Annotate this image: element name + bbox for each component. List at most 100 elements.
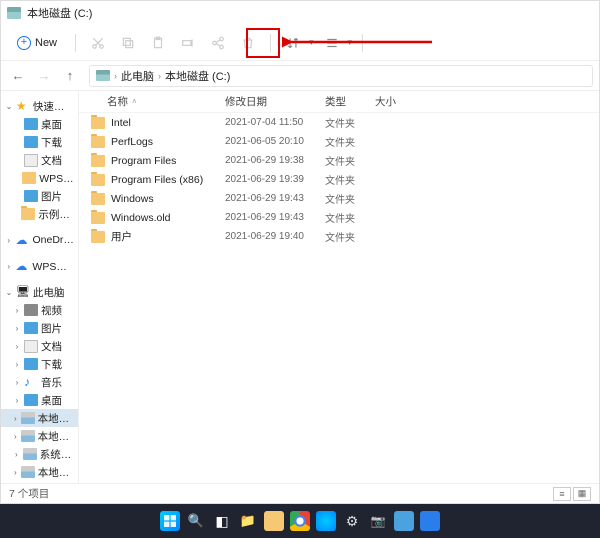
sidebar-item[interactable]: 图片 bbox=[1, 187, 78, 205]
file-type: 文件夹 bbox=[325, 229, 375, 244]
taskbar-settings-icon[interactable] bbox=[342, 511, 362, 531]
taskbar-camera-icon[interactable] bbox=[368, 511, 388, 531]
sidebar-item[interactable]: 桌面 bbox=[1, 115, 78, 133]
download-icon bbox=[24, 136, 38, 148]
sidebar-item-label: 文档 bbox=[41, 153, 62, 168]
chevron-down-icon: ▾ bbox=[348, 37, 353, 48]
start-button[interactable] bbox=[160, 511, 180, 531]
task-view-icon[interactable] bbox=[212, 511, 232, 531]
details-view-button[interactable]: ≡ bbox=[553, 487, 571, 501]
sidebar-item[interactable]: ›本地磁盘 (D:) bbox=[1, 427, 78, 445]
file-name: PerfLogs bbox=[111, 136, 225, 148]
sort-button[interactable] bbox=[281, 31, 305, 55]
file-name: 用户 bbox=[111, 229, 225, 244]
file-name: Program Files (x86) bbox=[111, 174, 225, 186]
sidebar-item-label: OneDrive bbox=[32, 234, 74, 246]
expander-icon[interactable]: › bbox=[13, 360, 21, 369]
sidebar-item[interactable]: WPS网盘 bbox=[1, 169, 78, 187]
expander-icon[interactable]: › bbox=[13, 342, 21, 351]
expander-icon[interactable]: ⌄ bbox=[5, 102, 13, 111]
download-icon bbox=[24, 358, 38, 370]
sidebar-item[interactable]: ›图片 bbox=[1, 319, 78, 337]
sidebar-item[interactable]: ›WPS网盘 bbox=[1, 257, 78, 275]
sidebar-item[interactable]: › 视频 bbox=[1, 301, 78, 319]
sidebar-item[interactable]: ›桌面 bbox=[1, 391, 78, 409]
sidebar-item[interactable]: ›本地磁盘 (F:) bbox=[1, 463, 78, 481]
expander-icon[interactable]: › bbox=[5, 262, 12, 271]
disk-icon bbox=[21, 412, 35, 424]
taskbar-app-icon[interactable] bbox=[394, 511, 414, 531]
breadcrumb-root[interactable]: 此电脑 bbox=[121, 68, 154, 84]
sidebar-item[interactable]: 下载 bbox=[1, 133, 78, 151]
file-row[interactable]: PerfLogs 2021-06-05 20:10 文件夹 bbox=[79, 132, 599, 151]
file-type: 文件夹 bbox=[325, 191, 375, 206]
toolbar: + New ▾ ▾ ··· bbox=[1, 25, 599, 61]
expander-icon[interactable]: › bbox=[13, 450, 20, 459]
expander-icon[interactable]: › bbox=[13, 468, 18, 477]
sidebar-item[interactable]: ›本地磁盘 (C:) bbox=[1, 409, 78, 427]
breadcrumb-current[interactable]: 本地磁盘 (C:) bbox=[165, 68, 230, 84]
body: ⌄快速访问桌面下载文档WPS网盘图片示例文件夹 › OneDrive ›WPS网盘 ⌄此… bbox=[1, 91, 599, 483]
sidebar-item[interactable]: 文档 bbox=[1, 151, 78, 169]
column-type[interactable]: 类型 bbox=[325, 94, 375, 109]
taskbar-edge-icon[interactable] bbox=[316, 511, 336, 531]
sidebar-item-label: 图片 bbox=[41, 189, 62, 204]
taskbar-tencent-icon[interactable] bbox=[420, 511, 440, 531]
expander-icon[interactable]: ⌄ bbox=[5, 288, 13, 297]
address-bar[interactable]: › 此电脑 › 本地磁盘 (C:) bbox=[89, 65, 593, 87]
sidebar[interactable]: ⌄快速访问桌面下载文档WPS网盘图片示例文件夹 › OneDrive ›WPS网盘 ⌄此… bbox=[1, 91, 79, 483]
file-row[interactable]: Program Files (x86) 2021-06-29 19:39 文件夹 bbox=[79, 170, 599, 189]
up-button[interactable]: ↑ bbox=[59, 65, 81, 87]
sidebar-item[interactable]: ›音乐 bbox=[1, 373, 78, 391]
column-name[interactable]: 名称˄ bbox=[107, 94, 225, 109]
column-size[interactable]: 大小 bbox=[375, 94, 425, 109]
sidebar-item-label: 系统 (E:) bbox=[40, 447, 74, 462]
taskbar-widgets-icon[interactable] bbox=[238, 511, 258, 531]
plus-icon: + bbox=[17, 36, 31, 50]
chevron-right-icon: › bbox=[158, 71, 161, 81]
sidebar-item[interactable]: 示例文件夹 bbox=[1, 205, 78, 223]
taskbar-chrome-icon[interactable] bbox=[290, 511, 310, 531]
folder-icon bbox=[91, 193, 105, 205]
file-row[interactable]: 用户 2021-06-29 19:40 文件夹 bbox=[79, 227, 599, 246]
more-button[interactable]: ··· bbox=[373, 31, 397, 55]
sidebar-item[interactable]: ⌄快速访问 bbox=[1, 97, 78, 115]
column-date[interactable]: 修改日期 bbox=[225, 94, 325, 109]
sidebar-item[interactable]: › OneDrive bbox=[1, 231, 78, 249]
file-row[interactable]: Windows 2021-06-29 19:43 文件夹 bbox=[79, 189, 599, 208]
expander-icon[interactable]: › bbox=[13, 306, 21, 315]
sidebar-item[interactable]: ›下载 bbox=[1, 355, 78, 373]
file-row[interactable]: Program Files 2021-06-29 19:38 文件夹 bbox=[79, 151, 599, 170]
share-button bbox=[206, 31, 230, 55]
back-button[interactable]: ← bbox=[7, 65, 29, 87]
expander-icon[interactable]: › bbox=[13, 378, 21, 387]
view-button[interactable] bbox=[320, 31, 344, 55]
taskbar-search-icon[interactable] bbox=[186, 511, 206, 531]
expander-icon[interactable]: › bbox=[13, 396, 21, 405]
file-type: 文件夹 bbox=[325, 172, 375, 187]
sidebar-item[interactable]: ›文档 bbox=[1, 337, 78, 355]
file-name: Program Files bbox=[111, 155, 225, 167]
expander-icon[interactable]: › bbox=[13, 432, 18, 441]
sidebar-item-label: 下载 bbox=[41, 135, 62, 150]
expander-icon[interactable]: › bbox=[5, 236, 12, 245]
folder-icon bbox=[91, 212, 105, 224]
expander-icon[interactable]: › bbox=[13, 324, 21, 333]
taskbar-explorer-icon[interactable] bbox=[264, 511, 284, 531]
cloud-icon bbox=[15, 260, 29, 272]
sidebar-item[interactable]: ⌄此电脑 bbox=[1, 283, 78, 301]
doc-icon bbox=[24, 340, 38, 353]
expander-icon[interactable]: › bbox=[13, 414, 18, 423]
pic-icon bbox=[24, 190, 38, 202]
file-row[interactable]: Windows.old 2021-06-29 19:43 文件夹 bbox=[79, 208, 599, 227]
file-row[interactable]: Intel 2021-07-04 11:50 文件夹 bbox=[79, 113, 599, 132]
file-list[interactable]: Intel 2021-07-04 11:50 文件夹 PerfLogs 2021… bbox=[79, 113, 599, 483]
sidebar-item-label: 视频 bbox=[41, 303, 62, 318]
icons-view-button[interactable]: ▦ bbox=[573, 487, 591, 501]
sidebar-item[interactable]: › 系统 (E:) bbox=[1, 445, 78, 463]
cloud-icon bbox=[15, 234, 29, 246]
separator bbox=[362, 34, 363, 52]
content-pane: 名称˄ 修改日期 类型 大小 Intel 2021-07-04 11:50 文件… bbox=[79, 91, 599, 483]
new-button[interactable]: + New bbox=[9, 33, 65, 53]
video-icon bbox=[24, 304, 38, 316]
